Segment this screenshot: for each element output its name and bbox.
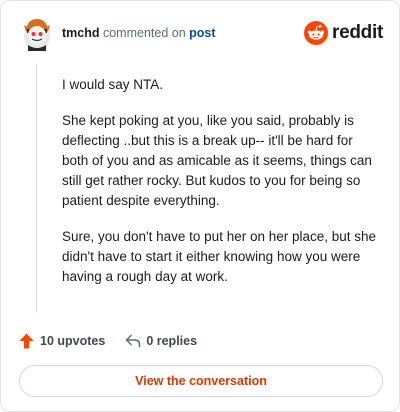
comment-card: tmchd commented on post reddit I would s…	[0, 0, 400, 412]
comment-body: I would say NTA. She kept poking at you,…	[62, 75, 380, 303]
comment-paragraph: Sure, you don't have to put her on her p…	[62, 229, 377, 284]
view-conversation-button[interactable]: View the conversation	[19, 365, 383, 397]
username[interactable]: tmchd	[62, 26, 100, 40]
reddit-logo-icon	[304, 21, 329, 45]
reply-count: 0 replies	[146, 334, 198, 348]
reply-icon	[126, 334, 141, 348]
upvote-button[interactable]: 10 upvotes	[19, 333, 105, 349]
comment-paragraph: She kept poking at you, like you said, p…	[62, 113, 372, 208]
upvote-count: 10 upvotes	[40, 334, 106, 348]
comment-header: tmchd commented on post reddit	[21, 15, 383, 55]
comment-actions: 10 upvotes 0 replies	[19, 331, 197, 351]
reply-button[interactable]: 0 replies	[125, 334, 197, 348]
comment-paragraph: I would say NTA.	[62, 77, 164, 92]
commented-on-text: commented on	[102, 26, 186, 40]
post-link[interactable]: post	[189, 26, 215, 40]
user-avatar[interactable]	[21, 15, 53, 51]
upvote-arrow-icon	[19, 333, 34, 349]
avatar-icon	[24, 19, 50, 51]
comment-byline: tmchd commented on post	[62, 26, 216, 40]
reddit-brand[interactable]: reddit	[304, 20, 383, 46]
reddit-wordmark: reddit	[332, 22, 383, 43]
thread-line	[36, 63, 37, 313]
